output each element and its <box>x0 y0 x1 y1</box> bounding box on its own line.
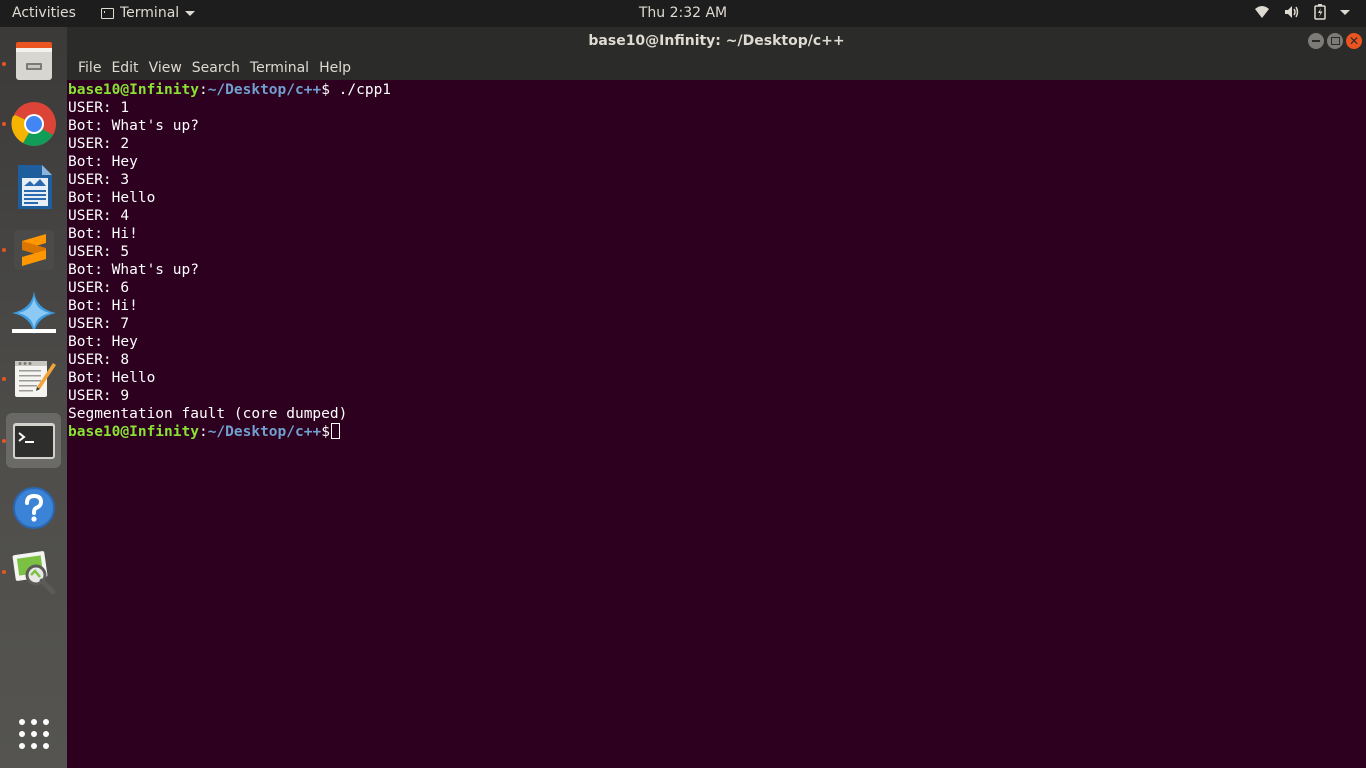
maximize-icon <box>1330 37 1340 45</box>
prompt-colon: : <box>198 424 208 440</box>
top-panel: Activities Terminal Thu 2:32 AM <box>0 0 1366 27</box>
help-icon <box>12 486 55 529</box>
system-status-menu[interactable] <box>1254 4 1350 20</box>
writer-document-icon <box>17 164 52 209</box>
dock-item-chrome[interactable] <box>6 96 61 151</box>
maximize-button[interactable] <box>1327 33 1343 49</box>
show-applications-icon <box>18 718 49 749</box>
clock-label: Thu 2:32 AM <box>638 5 728 21</box>
star-app-icon <box>11 290 56 335</box>
prompt-colon: : <box>198 82 208 98</box>
dock-item-show-applications[interactable] <box>6 706 61 761</box>
command-text: ./cpp1 <box>329 82 392 98</box>
text-editor-icon <box>14 360 56 397</box>
dock-item-image-viewer[interactable] <box>6 543 61 598</box>
text-cursor <box>330 423 340 439</box>
image-viewer-icon <box>12 550 55 594</box>
dock-item-files[interactable] <box>6 33 61 88</box>
output-line: Bot: Hey <box>68 154 138 170</box>
window-title: base10@Infinity: ~/Desktop/c++ <box>588 33 845 49</box>
output-line: Bot: Hello <box>68 370 156 386</box>
output-line: Bot: Hi! <box>68 298 138 314</box>
terminal-window: base10@Infinity: ~/Desktop/c++ ✕ File Ed… <box>67 27 1366 768</box>
output-line: USER: 6 <box>68 280 130 296</box>
window-controls: ✕ <box>1308 33 1362 49</box>
close-button[interactable]: ✕ <box>1346 33 1362 49</box>
prompt-user: base10@Infinity <box>68 424 199 440</box>
menu-file[interactable]: File <box>73 60 106 76</box>
minimize-button[interactable] <box>1308 33 1324 49</box>
prompt-symbol: $ <box>321 424 330 440</box>
menu-terminal[interactable]: Terminal <box>245 60 314 76</box>
dock-item-writer[interactable] <box>6 159 61 214</box>
output-line: USER: 7 <box>68 316 130 332</box>
prompt-line: base10@Infinity:~/Desktop/c++$ <box>68 423 1366 441</box>
wifi-icon <box>1255 6 1269 18</box>
file-cabinet-icon <box>15 41 52 80</box>
vertical-scrollbar[interactable] <box>1356 80 1366 768</box>
sublime-text-icon <box>13 229 54 270</box>
dock-item-text-editor[interactable] <box>6 350 61 405</box>
terminal-output[interactable]: base10@Infinity:~/Desktop/c++$ ./cpp1 US… <box>67 80 1366 768</box>
battery-icon <box>1314 4 1326 20</box>
dock-item-sublime[interactable] <box>6 222 61 277</box>
prompt-path: ~/Desktop/c++ <box>207 424 322 440</box>
dock-item-help[interactable] <box>6 480 61 535</box>
output-line: USER: 4 <box>68 208 130 224</box>
clock-button[interactable]: Thu 2:32 AM <box>0 5 1366 21</box>
dock-item-terminal[interactable] <box>6 413 61 468</box>
menu-bar: File Edit View Search Terminal Help <box>67 55 1366 80</box>
output-line: USER: 3 <box>68 172 130 188</box>
chrome-icon <box>10 101 56 146</box>
prompt-user: base10@Infinity <box>68 82 199 98</box>
volume-icon <box>1285 6 1299 18</box>
dock <box>0 27 67 768</box>
prompt-path: ~/Desktop/c++ <box>207 82 322 98</box>
prompt-symbol: $ <box>321 82 330 98</box>
menu-view[interactable]: View <box>144 60 187 76</box>
output-line: USER: 2 <box>68 136 130 152</box>
terminal-icon <box>12 422 55 459</box>
output-line: USER: 5 <box>68 244 130 260</box>
output-line: Bot: Hello <box>68 190 156 206</box>
menu-edit[interactable]: Edit <box>106 60 143 76</box>
output-line: Bot: What's up? <box>68 262 199 278</box>
output-line: Bot: Hi! <box>68 226 138 242</box>
close-icon: ✕ <box>1348 34 1360 48</box>
output-line: Segmentation fault (core dumped) <box>68 406 348 422</box>
prompt-line: base10@Infinity:~/Desktop/c++$ ./cpp1 <box>68 81 1366 99</box>
output-line: USER: 9 <box>68 388 130 404</box>
menu-search[interactable]: Search <box>187 60 245 76</box>
minimize-icon <box>1312 40 1320 42</box>
output-line: Bot: Hey <box>68 334 138 350</box>
window-titlebar[interactable]: base10@Infinity: ~/Desktop/c++ ✕ <box>67 27 1366 55</box>
output-line: USER: 1 <box>68 100 130 116</box>
chevron-down-icon <box>1340 9 1350 15</box>
output-line: USER: 8 <box>68 352 130 368</box>
menu-help[interactable]: Help <box>314 60 356 76</box>
dock-item-star-app[interactable] <box>6 285 61 340</box>
output-line: Bot: What's up? <box>68 118 199 134</box>
